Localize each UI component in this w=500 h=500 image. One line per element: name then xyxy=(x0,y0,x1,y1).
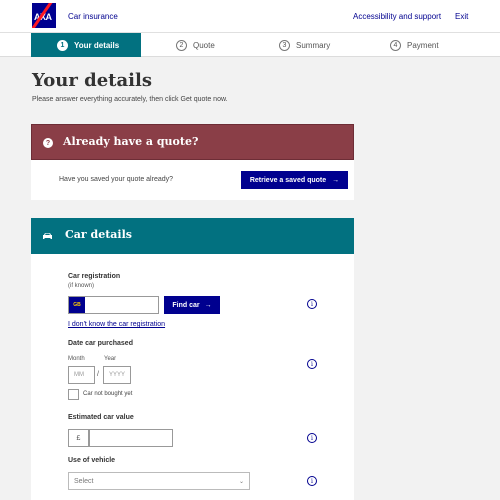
year-label: Year xyxy=(104,356,117,362)
info-icon[interactable]: i xyxy=(307,299,317,309)
registration-label: Car registration xyxy=(68,273,121,280)
car-panel-header: Car details xyxy=(31,218,354,254)
date-separator: / xyxy=(97,371,99,378)
chevron-down-icon: ⌄ xyxy=(238,479,244,485)
car-value-input[interactable] xyxy=(89,429,173,447)
site-header: AXA Car insurance Accessibility and supp… xyxy=(0,0,500,33)
unknown-registration-link[interactable]: I don't know the car registration xyxy=(68,321,165,328)
retrieve-button-label: Retrieve a saved quote xyxy=(249,176,327,184)
month-input[interactable]: MM xyxy=(68,366,95,384)
step-payment: 4 Payment xyxy=(390,33,439,57)
brand-title: Car insurance xyxy=(68,12,118,21)
step-number: 1 xyxy=(57,39,68,51)
step-number: 2 xyxy=(176,39,187,51)
progress-steps: 1 Your details 2 Quote 3 Summary 4 Payme… xyxy=(0,33,500,57)
step-label: Your details xyxy=(74,40,120,50)
page-title: Your details xyxy=(32,70,152,91)
step-number: 4 xyxy=(390,39,401,51)
quote-panel-header: ? Already have a quote? xyxy=(31,124,354,160)
gb-plate-badge: GB xyxy=(69,297,85,313)
saved-quote-question: Have you saved your quote already? xyxy=(59,176,174,183)
car-icon xyxy=(43,233,52,239)
vehicle-use-label: Use of vehicle xyxy=(68,457,116,464)
accessibility-link[interactable]: Accessibility and support xyxy=(353,12,441,21)
arrow-right-icon: → xyxy=(332,176,340,184)
currency-prefix: £ xyxy=(68,429,89,447)
find-car-label: Find car xyxy=(172,301,200,309)
car-not-bought-label: Car not bought yet xyxy=(83,391,133,397)
select-placeholder: Select xyxy=(74,477,94,485)
car-panel-title: Car details xyxy=(65,228,132,241)
retrieve-saved-quote-button[interactable]: Retrieve a saved quote → xyxy=(241,171,348,189)
find-car-button[interactable]: Find car → xyxy=(164,296,220,314)
car-not-bought-checkbox[interactable] xyxy=(68,389,79,400)
registration-input[interactable]: GB xyxy=(68,296,159,314)
exit-link[interactable]: Exit xyxy=(455,12,468,21)
registration-sublabel: (if known) xyxy=(68,283,95,289)
car-value-label: Estimated car value xyxy=(68,414,134,421)
info-icon[interactable]: i xyxy=(307,476,317,486)
step-label: Payment xyxy=(407,40,439,50)
step-label: Summary xyxy=(296,40,331,50)
step-label: Quote xyxy=(193,40,215,50)
date-purchased-label: Date car purchased xyxy=(68,340,133,347)
step-quote: 2 Quote xyxy=(176,33,215,57)
info-icon[interactable]: i xyxy=(307,359,317,369)
info-icon[interactable]: i xyxy=(307,433,317,443)
step-number: 3 xyxy=(279,39,290,51)
question-icon: ? xyxy=(43,138,53,148)
page-subtitle: Please answer everything accurately, the… xyxy=(32,96,228,103)
axa-logo[interactable]: AXA xyxy=(32,3,56,28)
vehicle-use-select[interactable]: Select ⌄ xyxy=(68,472,250,490)
quote-panel-title: Already have a quote? xyxy=(63,135,199,148)
step-summary: 3 Summary xyxy=(279,33,330,57)
year-input[interactable]: YYYY xyxy=(103,366,131,384)
month-label: Month xyxy=(68,356,85,362)
arrow-right-icon: → xyxy=(204,301,212,309)
step-your-details: 1 Your details xyxy=(31,33,141,57)
